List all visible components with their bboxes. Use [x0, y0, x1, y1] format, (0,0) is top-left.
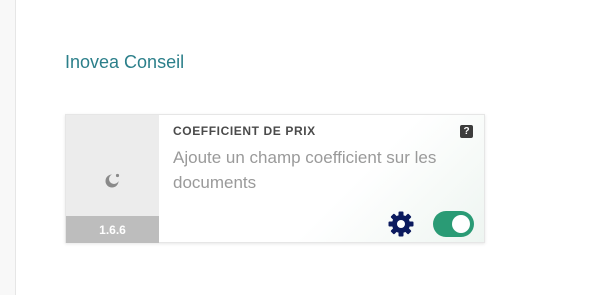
module-logo-icon	[105, 173, 120, 188]
left-sidebar-edge	[0, 0, 16, 295]
module-title: COEFFICIENT DE PRIX	[173, 124, 316, 138]
module-description: Ajoute un champ coefficient sur les docu…	[173, 148, 437, 192]
module-version-badge: 1.6.6	[66, 216, 159, 243]
toggle-knob	[452, 215, 470, 233]
gear-icon[interactable]	[388, 211, 414, 237]
help-icon[interactable]: ?	[460, 125, 473, 138]
module-enable-toggle[interactable]	[433, 211, 474, 237]
section-title: Inovea Conseil	[65, 52, 185, 72]
module-thumbnail: 1.6.6	[66, 115, 159, 243]
module-card: 1.6.6 COEFFICIENT DE PRIX ? Ajoute un ch…	[65, 114, 485, 243]
